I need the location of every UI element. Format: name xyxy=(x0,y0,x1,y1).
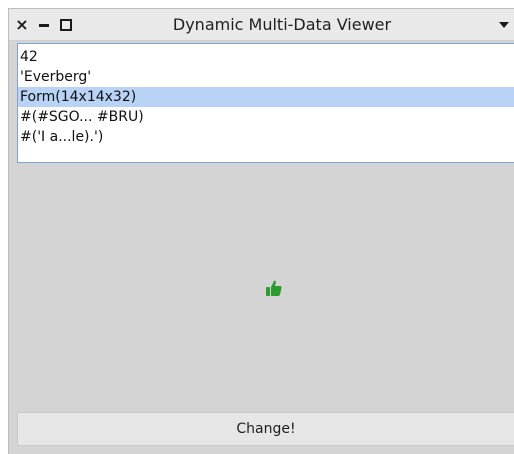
close-icon[interactable]: × xyxy=(15,16,29,34)
list-item[interactable]: #(#SGO... #BRU) xyxy=(18,107,514,127)
list-item[interactable]: 42 xyxy=(18,47,514,67)
minimize-icon[interactable] xyxy=(37,16,51,34)
title-bar[interactable]: × Dynamic Multi-Data Viewer xyxy=(9,9,514,41)
change-button[interactable]: Change! xyxy=(17,412,514,446)
thumbs-up-icon xyxy=(266,280,282,296)
window-title: Dynamic Multi-Data Viewer xyxy=(172,15,392,34)
list-item[interactable]: 'Everberg' xyxy=(18,67,514,87)
maximize-icon[interactable] xyxy=(59,16,73,34)
data-display-pane xyxy=(17,165,514,411)
window-menu-icon[interactable] xyxy=(499,22,509,28)
list-item[interactable]: #('I a...le).') xyxy=(18,127,514,147)
list-item[interactable]: Form(14x14x32) xyxy=(18,87,514,107)
viewer-window: × Dynamic Multi-Data Viewer 42 'Everberg… xyxy=(8,8,514,454)
data-list[interactable]: 42 'Everberg' Form(14x14x32) #(#SGO... #… xyxy=(17,43,514,163)
